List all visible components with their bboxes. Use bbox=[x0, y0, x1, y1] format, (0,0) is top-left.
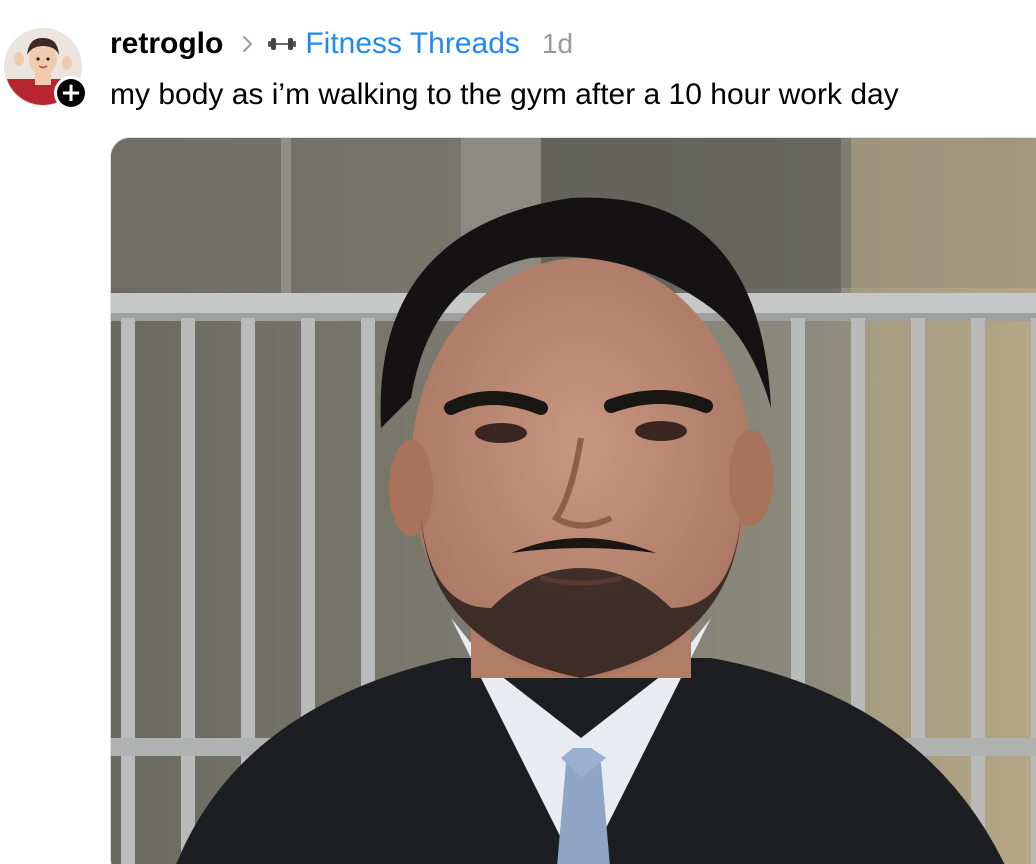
post-timestamp: 1d bbox=[541, 28, 574, 59]
author-avatar-container[interactable]: + bbox=[4, 28, 88, 110]
post-media[interactable] bbox=[110, 137, 1036, 864]
post-header: retroglo Fitness Threads 1d bbox=[110, 22, 573, 66]
author-username[interactable]: retroglo bbox=[110, 27, 223, 61]
dumbbell-icon bbox=[268, 38, 297, 50]
follow-button[interactable]: + bbox=[54, 76, 88, 110]
plus-icon: + bbox=[57, 79, 85, 107]
post-photo bbox=[111, 138, 1036, 864]
chevron-right-icon bbox=[243, 36, 253, 52]
post-text: my body as i’m walking to the gym after … bbox=[110, 78, 899, 111]
post: + retroglo Fitness Threads 1d my body as… bbox=[0, 0, 1036, 864]
community-link[interactable]: Fitness Threads bbox=[305, 27, 520, 61]
